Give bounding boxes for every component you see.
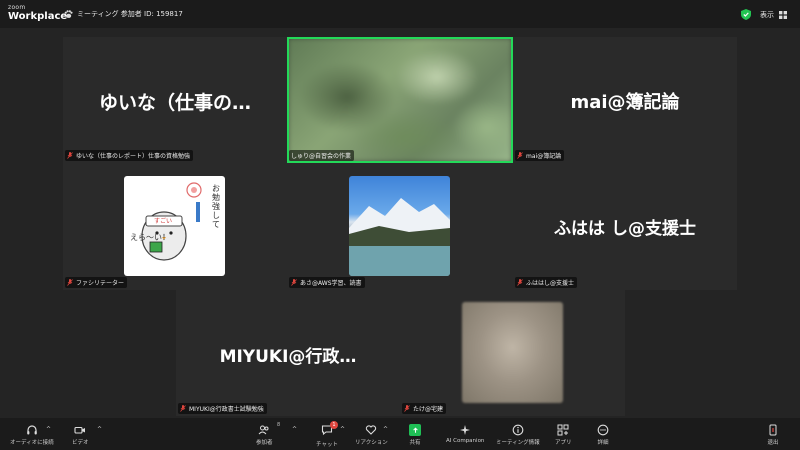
more-dots-icon	[597, 424, 609, 436]
zoom-logo: zoom Workplace	[8, 5, 67, 22]
name-label: ファシリテーター	[65, 277, 128, 288]
mic-muted-icon	[180, 405, 186, 412]
video-tile-fuhahashi[interactable]: ふはは し@支援士 ふははし@支援士	[513, 163, 737, 290]
brand-name: Workplace	[8, 11, 68, 22]
chat-icon-wrap: 1	[321, 421, 338, 438]
participant-display-name: ゆいな（仕事の…	[98, 92, 251, 114]
mic-muted-icon	[67, 152, 73, 159]
participant-display-name: mai@簿記論	[570, 92, 680, 113]
chat-options-chevron-icon[interactable]: ^	[340, 426, 345, 433]
mic-muted-icon	[291, 279, 297, 286]
participant-display-name: ふはは し@支援士	[554, 219, 696, 239]
sticker-text-right: お勉強して	[212, 184, 220, 229]
name-label: あさ@AWS学習、読書	[289, 277, 365, 288]
paw-icon	[64, 9, 73, 18]
name-label: たけ@宅建	[402, 403, 447, 414]
video-button[interactable]: ビデオ	[72, 424, 89, 446]
mountain-scene-illustration	[349, 198, 450, 276]
sticker-text-left: えら〜い！	[130, 233, 170, 242]
name-label: ゆいな（仕事のレポート）仕事の資格勉強	[65, 150, 194, 161]
heart-icon	[366, 425, 377, 435]
leave-button[interactable]: 退出	[767, 424, 779, 446]
meeting-info-button[interactable]: ミーティング 参加者 ID: 159817	[64, 9, 183, 19]
mic-muted-icon	[67, 279, 73, 286]
participants-options-chevron-icon[interactable]: ^	[292, 426, 297, 433]
apps-button[interactable]: アプリ	[555, 424, 572, 446]
headphones-icon	[27, 425, 37, 435]
name-label: MIYUKI@行政書士試験勉強	[178, 403, 267, 414]
info-icon	[512, 424, 524, 436]
audio-options-chevron-icon[interactable]: ^	[46, 426, 51, 433]
video-tile-miyuki[interactable]: MIYUKI@行政… MIYUKI@行政書士試験勉強	[176, 290, 400, 416]
apps-icon	[557, 424, 569, 436]
video-tile-facilitator[interactable]: すごい お勉強して えら〜い！ ファシリテーター	[63, 163, 287, 290]
view-button[interactable]: 表示	[760, 10, 787, 20]
reactions-options-chevron-icon[interactable]: ^	[383, 426, 388, 433]
share-arrow-icon	[409, 424, 421, 436]
ai-companion-button[interactable]: AI Companion	[446, 424, 484, 444]
video-tile-take[interactable]: たけ@宅建	[400, 290, 625, 416]
share-screen-button[interactable]: 共有	[409, 424, 421, 446]
meeting-id-text: ミーティング 参加者 ID: 159817	[77, 10, 183, 18]
participants-icon	[258, 425, 269, 435]
leave-icon	[769, 424, 777, 436]
video-options-chevron-icon[interactable]: ^	[97, 426, 102, 433]
meeting-info-toolbar-button[interactable]: ミーティング情報	[496, 424, 540, 446]
meeting-toolbar: オーディオに接続 ^ ビデオ ^ 参加者 8 ^ 1 チャット ^ リアクション…	[0, 418, 800, 450]
chat-button[interactable]: 1 チャット	[316, 421, 338, 448]
participant-display-name: MIYUKI@行政…	[219, 347, 357, 367]
video-camera-icon	[74, 426, 86, 434]
mic-muted-icon	[517, 279, 523, 286]
profile-picture: すごい お勉強して えら〜い！	[124, 176, 225, 276]
name-label: ふははし@支援士	[515, 277, 578, 288]
bird-sticker-illustration	[141, 182, 202, 261]
mic-muted-icon	[517, 152, 523, 159]
name-label: mai@簿記論	[515, 150, 565, 161]
security-shield-icon[interactable]	[741, 9, 751, 20]
video-tile-mai[interactable]: mai@簿記論 mai@簿記論	[513, 37, 737, 163]
participants-count: 8	[277, 422, 281, 428]
video-tile-yuina[interactable]: ゆいな（仕事の… ゆいな（仕事のレポート）仕事の資格勉強	[63, 37, 287, 163]
profile-picture-blurred	[462, 302, 563, 403]
sticker-badge-text: すごい	[154, 218, 173, 225]
participants-button[interactable]: 参加者	[256, 424, 273, 446]
sparkle-icon	[460, 425, 471, 435]
grid-view-icon	[779, 11, 787, 19]
view-label: 表示	[760, 11, 774, 19]
video-tile-asa[interactable]: あさ@AWS学習、読書	[287, 163, 513, 290]
top-bar: zoom Workplace ミーティング 参加者 ID: 159817 表示	[0, 0, 800, 28]
chat-unread-badge: 1	[329, 421, 338, 429]
active-speaker-highlight	[287, 37, 513, 163]
profile-picture-mountain	[349, 176, 450, 276]
more-button[interactable]: 詳細	[597, 424, 609, 446]
mic-muted-icon	[404, 405, 410, 412]
